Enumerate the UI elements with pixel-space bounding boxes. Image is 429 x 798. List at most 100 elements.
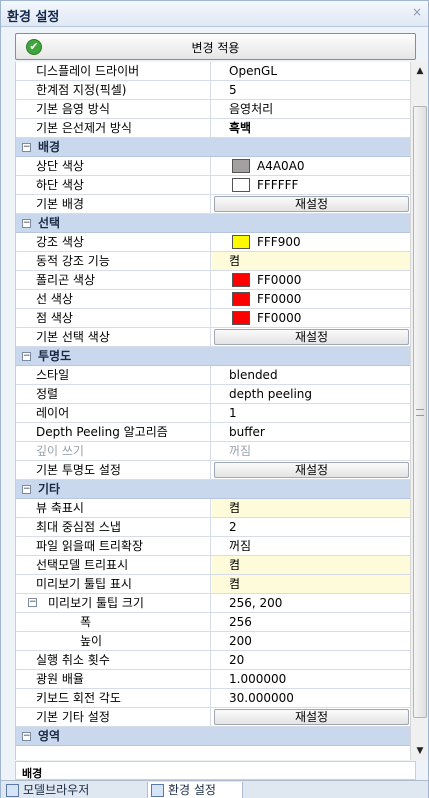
property-name: 파일 읽을때 트리확장 — [16, 537, 211, 555]
property-row[interactable]: 하단 색상 FFFFFF — [16, 176, 410, 195]
property-row[interactable]: 점 색상 FF0000 — [16, 309, 410, 328]
collapse-icon[interactable]: − — [22, 219, 31, 228]
property-row[interactable]: Depth Peeling 알고리즘 buffer — [16, 423, 410, 442]
property-value[interactable]: 256, 200 — [212, 594, 410, 612]
property-value[interactable]: FFF900 — [212, 233, 410, 251]
property-row[interactable]: 한계점 지정(픽셀) 5 — [16, 81, 410, 100]
property-row[interactable]: 최대 중심점 스냅 2 — [16, 518, 410, 537]
tab-settings[interactable]: 환경 설정 — [147, 782, 243, 798]
property-value[interactable]: 꺼짐 — [212, 537, 410, 555]
property-value[interactable]: FF0000 — [212, 309, 410, 327]
collapse-icon[interactable]: − — [22, 143, 31, 152]
property-name: 깊이 쓰기 — [16, 442, 211, 460]
scroll-thumb[interactable] — [413, 106, 427, 718]
property-value[interactable]: blended — [212, 366, 410, 384]
category-header[interactable]: − 배경 — [16, 138, 410, 157]
model-browser-icon — [6, 784, 19, 797]
property-value[interactable]: 1.000000 — [212, 670, 410, 688]
grip-icon — [416, 409, 424, 416]
property-row[interactable]: 기본 음영 방식 음영처리 — [16, 100, 410, 119]
property-row[interactable]: 기본 투명도 설정 재설정 — [16, 461, 410, 480]
property-value[interactable]: 2 — [212, 518, 410, 536]
property-name: 폴리곤 색상 — [16, 271, 211, 289]
property-row[interactable]: 폭 256 — [16, 613, 410, 632]
property-value[interactable]: 200 — [212, 632, 410, 650]
color-swatch[interactable] — [232, 311, 250, 325]
collapse-icon[interactable]: − — [22, 732, 31, 741]
property-value[interactable]: 켬 — [212, 556, 410, 574]
scroll-up-icon[interactable]: ▲ — [412, 63, 428, 79]
property-row[interactable]: 동적 강조 기능 켬 — [16, 252, 410, 271]
property-value[interactable]: FFFFFF — [212, 176, 410, 194]
collapse-icon[interactable]: − — [28, 598, 37, 607]
property-row[interactable]: 정렬 depth peeling — [16, 385, 410, 404]
close-icon[interactable]: × — [412, 5, 422, 19]
property-value[interactable]: 256 — [212, 613, 410, 631]
property-value[interactable]: 꺼짐 — [212, 442, 410, 460]
property-value[interactable]: 30.000000 — [212, 689, 410, 707]
property-name: 기본 선택 색상 — [16, 328, 211, 346]
property-row[interactable]: 상단 색상 A4A0A0 — [16, 157, 410, 176]
color-swatch[interactable] — [232, 292, 250, 306]
property-row[interactable]: 레이어 1 — [16, 404, 410, 423]
property-row[interactable]: 선택모델 트리표시 켬 — [16, 556, 410, 575]
property-value[interactable]: 켬 — [212, 252, 410, 270]
property-value[interactable]: 20 — [212, 651, 410, 669]
tab-model-browser[interactable]: 모델브라우저 — [3, 782, 143, 798]
category-header[interactable]: − 선택 — [16, 214, 410, 233]
property-row[interactable]: 폴리곤 색상 FF0000 — [16, 271, 410, 290]
property-value[interactable]: 5 — [212, 81, 410, 99]
reset-button[interactable]: 재설정 — [214, 709, 409, 725]
property-row[interactable]: 기본 선택 색상 재설정 — [16, 328, 410, 347]
property-value[interactable]: 흑백 — [212, 119, 410, 137]
property-row[interactable]: 깊이 쓰기 꺼짐 — [16, 442, 410, 461]
property-name: 기본 투명도 설정 — [16, 461, 211, 479]
property-row[interactable]: 키보드 회전 각도 30.000000 — [16, 689, 410, 708]
property-name: 정렬 — [16, 385, 211, 403]
property-row[interactable]: 실행 취소 횟수 20 — [16, 651, 410, 670]
color-swatch[interactable] — [232, 178, 250, 192]
property-value[interactable]: OpenGL — [212, 62, 410, 80]
property-name: 미리보기 툴팁 표시 — [16, 575, 211, 593]
scroll-down-icon[interactable]: ▼ — [412, 743, 428, 759]
property-name: 한계점 지정(픽셀) — [16, 81, 211, 99]
category-label: 배경 — [38, 140, 61, 154]
property-row[interactable]: − 미리보기 툴팁 크기 256, 200 — [16, 594, 410, 613]
property-row[interactable]: 뷰 축표시 켬 — [16, 499, 410, 518]
property-row[interactable]: 기본 배경 재설정 — [16, 195, 410, 214]
reset-button[interactable]: 재설정 — [214, 329, 409, 345]
property-row[interactable]: 선 색상 FF0000 — [16, 290, 410, 309]
property-value[interactable]: depth peeling — [212, 385, 410, 403]
collapse-icon[interactable]: − — [22, 485, 31, 494]
property-value[interactable]: 켬 — [212, 499, 410, 517]
category-header[interactable]: − 투명도 — [16, 347, 410, 366]
property-row[interactable]: 높이 200 — [16, 632, 410, 651]
property-row[interactable]: 파일 읽을때 트리확장 꺼짐 — [16, 537, 410, 556]
tab-label: 모델브라우저 — [23, 783, 90, 797]
collapse-icon[interactable]: − — [22, 352, 31, 361]
property-value[interactable]: FF0000 — [212, 290, 410, 308]
apply-changes-button[interactable]: ✔ 변경 적용 — [15, 33, 416, 60]
property-row[interactable]: 미리보기 툴팁 표시 켬 — [16, 575, 410, 594]
property-value[interactable]: FF0000 — [212, 271, 410, 289]
property-row[interactable]: 기본 은선제거 방식 흑백 — [16, 119, 410, 138]
title-bar: 환경 설정 × — [1, 1, 428, 27]
property-row[interactable]: 강조 색상 FFF900 — [16, 233, 410, 252]
reset-button[interactable]: 재설정 — [214, 462, 409, 478]
reset-button[interactable]: 재설정 — [214, 196, 409, 212]
property-value[interactable]: A4A0A0 — [212, 157, 410, 175]
category-header[interactable]: − 기타 — [16, 480, 410, 499]
property-value[interactable]: 음영처리 — [212, 100, 410, 118]
color-swatch[interactable] — [232, 159, 250, 173]
property-row[interactable]: 디스플레이 드라이버 OpenGL — [16, 62, 410, 81]
vertical-scrollbar[interactable]: ▲ ▼ — [410, 62, 428, 760]
property-row[interactable]: 광원 배율 1.000000 — [16, 670, 410, 689]
property-value[interactable]: buffer — [212, 423, 410, 441]
color-swatch[interactable] — [232, 235, 250, 249]
color-swatch[interactable] — [232, 273, 250, 287]
property-value[interactable]: 켬 — [212, 575, 410, 593]
property-value[interactable]: 1 — [212, 404, 410, 422]
property-row[interactable]: 기본 기타 설정 재설정 — [16, 708, 410, 727]
property-row[interactable]: 스타일 blended — [16, 366, 410, 385]
category-header[interactable]: − 영역 — [16, 727, 410, 746]
